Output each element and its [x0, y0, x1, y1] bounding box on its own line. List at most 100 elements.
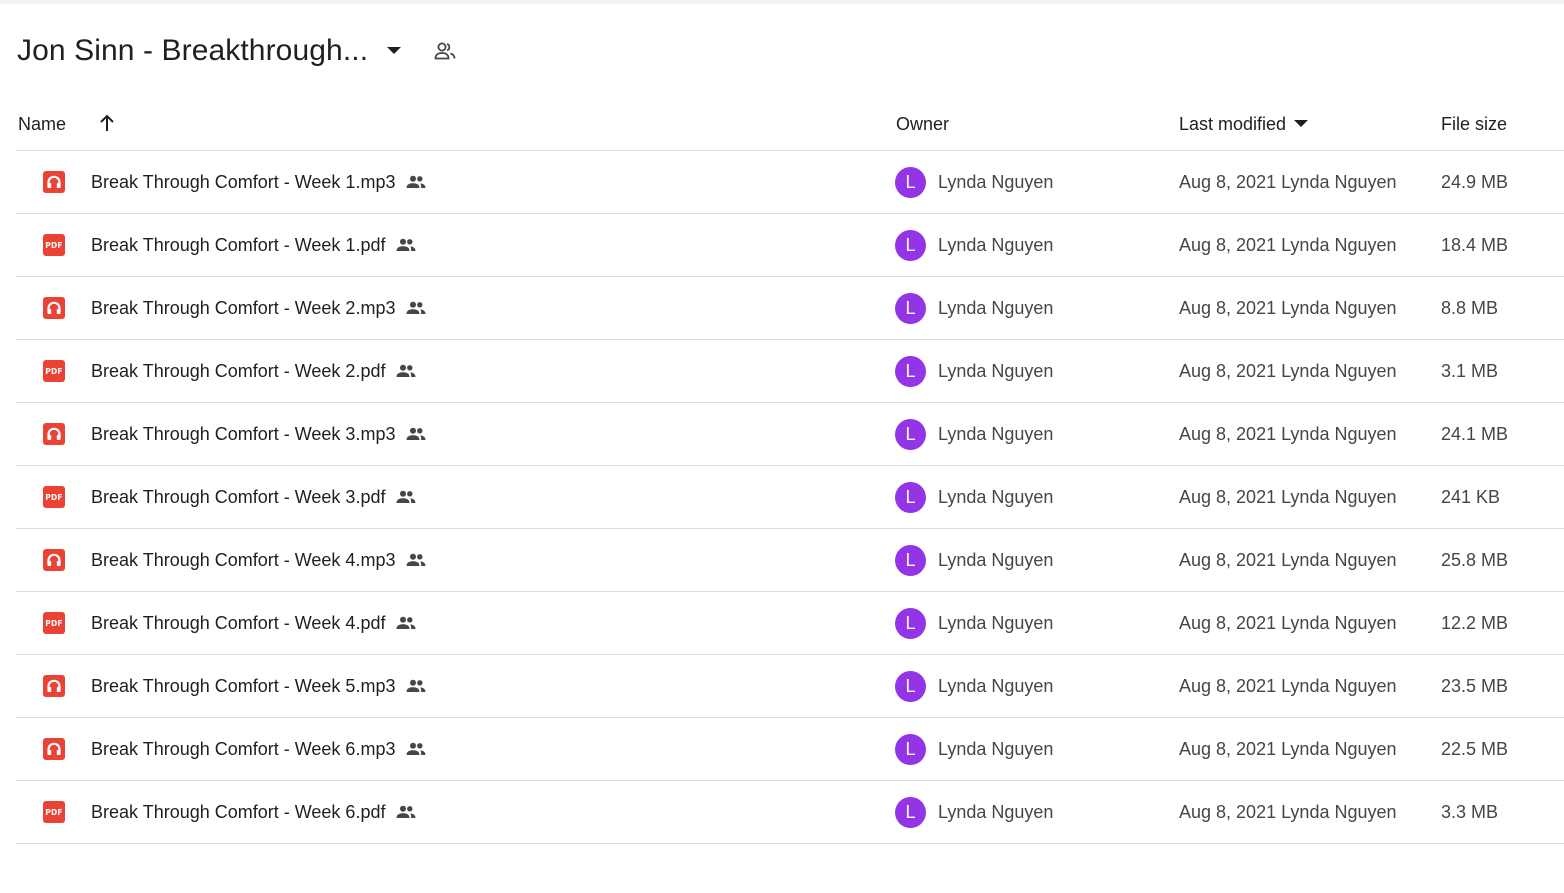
file-row[interactable]: PDF Break Through Comfort - Week 1.pdf L Ly… [16, 214, 1564, 277]
owner-name: Lynda Nguyen [938, 423, 1054, 444]
file-row[interactable]: PDF Break Through Comfort - Week 3.pdf L Ly… [16, 466, 1564, 529]
file-size-cell: 241 KB [1441, 486, 1501, 507]
file-name-cell[interactable]: Break Through Comfort - Week 6.pdf [91, 800, 416, 824]
shared-people-icon [396, 616, 416, 630]
owner-name: Lynda Nguyen [938, 297, 1054, 318]
caret-down-icon[interactable] [382, 39, 406, 63]
owner-avatar: L [895, 545, 926, 576]
owner-name: Lynda Nguyen [938, 486, 1054, 507]
file-name-cell[interactable]: Break Through Comfort - Week 2.mp3 [91, 296, 426, 320]
file-name-cell[interactable]: Break Through Comfort - Week 1.pdf [91, 233, 416, 257]
pdf-icon: PDF [43, 801, 65, 823]
file-size-cell: 12.2 MB [1441, 612, 1509, 633]
shared-people-icon [406, 679, 426, 693]
file-row[interactable]: PDF Break Through Comfort - Week 4.pdf L Ly… [16, 592, 1564, 655]
file-size-cell: 8.8 MB [1441, 297, 1499, 318]
owner-name: Lynda Nguyen [938, 675, 1054, 696]
headphones-icon [43, 423, 65, 445]
owner-name: Lynda Nguyen [938, 360, 1054, 381]
owner-avatar: L [895, 230, 926, 261]
file-name: Break Through Comfort - Week 2.mp3 [91, 297, 396, 318]
owner-name: Lynda Nguyen [938, 549, 1054, 570]
file-row[interactable]: Break Through Comfort - Week 2.mp3 L Lynda… [16, 277, 1564, 340]
headphones-icon [43, 549, 65, 571]
column-header-last-modified[interactable]: Last modified [1179, 106, 1309, 142]
caret-down-icon[interactable] [1294, 120, 1309, 128]
owner-avatar: L [895, 734, 926, 765]
owner-avatar: L [895, 293, 926, 324]
file-size-cell: 23.5 MB [1441, 675, 1509, 696]
people-outline-icon[interactable] [432, 38, 458, 64]
file-name: Break Through Comfort - Week 2.pdf [91, 360, 386, 381]
last-modified-cell: Aug 8, 2021 Lynda Nguyen [1179, 486, 1397, 507]
owner-name: Lynda Nguyen [938, 612, 1054, 633]
file-name-cell[interactable]: Break Through Comfort - Week 5.mp3 [91, 674, 426, 698]
headphones-icon [43, 738, 65, 760]
owner-avatar: L [895, 356, 926, 387]
file-size-cell: 25.8 MB [1441, 549, 1509, 570]
file-row[interactable]: Break Through Comfort - Week 3.mp3 L Lynda… [16, 403, 1564, 466]
headphones-icon [43, 675, 65, 697]
headphones-icon [43, 171, 65, 193]
arrow-up-icon[interactable] [96, 112, 118, 134]
file-row[interactable]: Break Through Comfort - Week 1.mp3 L Lynda… [16, 151, 1564, 214]
last-modified-cell: Aug 8, 2021 Lynda Nguyen [1179, 549, 1397, 570]
last-modified-cell: Aug 8, 2021 Lynda Nguyen [1179, 234, 1397, 255]
last-modified-cell: Aug 8, 2021 Lynda Nguyen [1179, 360, 1397, 381]
shared-people-icon [396, 805, 416, 819]
owner-avatar: L [895, 671, 926, 702]
file-name-cell[interactable]: Break Through Comfort - Week 6.mp3 [91, 737, 426, 761]
last-modified-cell: Aug 8, 2021 Lynda Nguyen [1179, 801, 1397, 822]
pdf-icon: PDF [43, 360, 65, 382]
file-name: Break Through Comfort - Week 4.mp3 [91, 549, 396, 570]
owner-name: Lynda Nguyen [938, 801, 1054, 822]
owner-avatar: L [895, 608, 926, 639]
file-size-cell: 24.1 MB [1441, 423, 1509, 444]
file-name: Break Through Comfort - Week 3.pdf [91, 486, 386, 507]
last-modified-cell: Aug 8, 2021 Lynda Nguyen [1179, 423, 1397, 444]
shared-people-icon [406, 175, 426, 189]
shared-people-icon [396, 490, 416, 504]
file-name-cell[interactable]: Break Through Comfort - Week 4.pdf [91, 611, 416, 635]
owner-name: Lynda Nguyen [938, 171, 1054, 192]
file-size-cell: 22.5 MB [1441, 738, 1509, 759]
file-name-cell[interactable]: Break Through Comfort - Week 2.pdf [91, 359, 416, 383]
headphones-icon [43, 297, 65, 319]
file-row[interactable]: Break Through Comfort - Week 5.mp3 L Lynda… [16, 655, 1564, 718]
owner-name: Lynda Nguyen [938, 738, 1054, 759]
pdf-icon: PDF [43, 486, 65, 508]
owner-avatar: L [895, 419, 926, 450]
file-name-cell[interactable]: Break Through Comfort - Week 4.mp3 [91, 548, 426, 572]
column-header-file-size: File size [1441, 113, 1508, 134]
shared-people-icon [396, 364, 416, 378]
column-header-name[interactable]: Name [18, 106, 66, 142]
file-name: Break Through Comfort - Week 6.pdf [91, 801, 386, 822]
file-row[interactable]: PDF Break Through Comfort - Week 2.pdf L Ly… [16, 340, 1564, 403]
pdf-icon: PDF [43, 234, 65, 256]
file-row[interactable]: Break Through Comfort - Week 4.mp3 L Lynda… [16, 529, 1564, 592]
file-size-cell: 3.3 MB [1441, 801, 1499, 822]
last-modified-cell: Aug 8, 2021 Lynda Nguyen [1179, 738, 1397, 759]
shared-people-icon [396, 238, 416, 252]
last-modified-cell: Aug 8, 2021 Lynda Nguyen [1179, 297, 1397, 318]
pdf-icon: PDF [43, 612, 65, 634]
file-row[interactable]: Break Through Comfort - Week 6.mp3 L Lynda… [16, 718, 1564, 781]
shared-people-icon [406, 742, 426, 756]
file-name-cell[interactable]: Break Through Comfort - Week 1.mp3 [91, 170, 426, 194]
top-strip [0, 0, 1564, 4]
folder-title[interactable]: Jon Sinn - Breakthrough... [17, 34, 368, 68]
file-row[interactable]: PDF Break Through Comfort - Week 6.pdf L Ly… [16, 781, 1564, 844]
file-name: Break Through Comfort - Week 4.pdf [91, 612, 386, 633]
owner-avatar: L [895, 167, 926, 198]
last-modified-cell: Aug 8, 2021 Lynda Nguyen [1179, 675, 1397, 696]
file-size-cell: 3.1 MB [1441, 360, 1499, 381]
shared-people-icon [406, 553, 426, 567]
file-name: Break Through Comfort - Week 3.mp3 [91, 423, 396, 444]
file-name-cell[interactable]: Break Through Comfort - Week 3.mp3 [91, 422, 426, 446]
shared-people-icon [406, 427, 426, 441]
column-header-owner: Owner [896, 113, 950, 134]
file-name: Break Through Comfort - Week 1.mp3 [91, 171, 396, 192]
file-name-cell[interactable]: Break Through Comfort - Week 3.pdf [91, 485, 416, 509]
last-modified-cell: Aug 8, 2021 Lynda Nguyen [1179, 171, 1397, 192]
file-name: Break Through Comfort - Week 5.mp3 [91, 675, 396, 696]
